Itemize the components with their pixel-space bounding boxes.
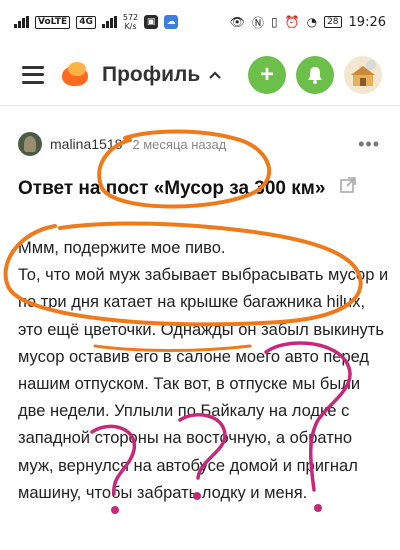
pikabu-logo-icon[interactable] bbox=[60, 60, 90, 90]
vibrate-icon: ▯ bbox=[271, 15, 278, 29]
menu-line bbox=[22, 80, 44, 84]
author-avatar[interactable] bbox=[18, 132, 42, 156]
volte-badge: VoLTE bbox=[35, 15, 71, 29]
signal-icon-2 bbox=[101, 16, 117, 28]
chevron-up-icon[interactable] bbox=[208, 67, 222, 83]
bell-icon bbox=[308, 66, 322, 84]
clock: 19:26 bbox=[348, 14, 386, 30]
pink-question-dot-3 bbox=[111, 506, 119, 514]
wifi-icon: ◔ bbox=[306, 15, 318, 29]
author-name[interactable]: malina1518 bbox=[50, 136, 122, 152]
status-bar: VoLTE 4G 572 K/s ▣ ☁ 👁 Ⓝ ▯ ⏰ ◔ 28 19:26 bbox=[0, 0, 400, 44]
alarm-icon: ⏰ bbox=[284, 15, 300, 29]
eye-icon: 👁 bbox=[229, 15, 246, 29]
speed-unit: K/s bbox=[124, 22, 137, 31]
plus-icon: + bbox=[259, 60, 274, 88]
nfc-icon: Ⓝ bbox=[252, 15, 265, 30]
user-avatar[interactable] bbox=[344, 55, 382, 94]
post-title-text[interactable]: Ответ на пост «Мусор за 300 км» bbox=[18, 178, 325, 199]
signal-icon bbox=[14, 16, 29, 28]
cloud-app-icon: ☁ bbox=[164, 15, 179, 29]
hamburger-menu-button[interactable] bbox=[22, 65, 44, 84]
page-title[interactable]: Профиль bbox=[102, 63, 200, 87]
network-badge: 4G bbox=[76, 15, 96, 29]
battery-level: 28 bbox=[324, 16, 342, 28]
menu-line bbox=[22, 65, 44, 69]
post-body: Ммм, подержите мое пиво. То, что мой муж… bbox=[18, 239, 389, 502]
app-header: Профиль + bbox=[0, 44, 400, 106]
post-time: 2 месяца назад bbox=[132, 136, 227, 152]
app-notification-icon: ▣ bbox=[144, 15, 159, 29]
post-title[interactable]: Ответ на пост «Мусор за 300 км» bbox=[18, 174, 378, 204]
network-speed: 572 K/s bbox=[123, 13, 138, 31]
more-options-button[interactable]: ••• bbox=[358, 134, 380, 155]
menu-line bbox=[22, 73, 44, 76]
post-meta: malina1518 2 месяца назад bbox=[18, 132, 226, 156]
external-link-icon[interactable] bbox=[339, 174, 357, 204]
add-post-button[interactable]: + bbox=[248, 55, 286, 94]
speed-value: 572 bbox=[122, 13, 139, 22]
notifications-button[interactable] bbox=[296, 55, 334, 94]
